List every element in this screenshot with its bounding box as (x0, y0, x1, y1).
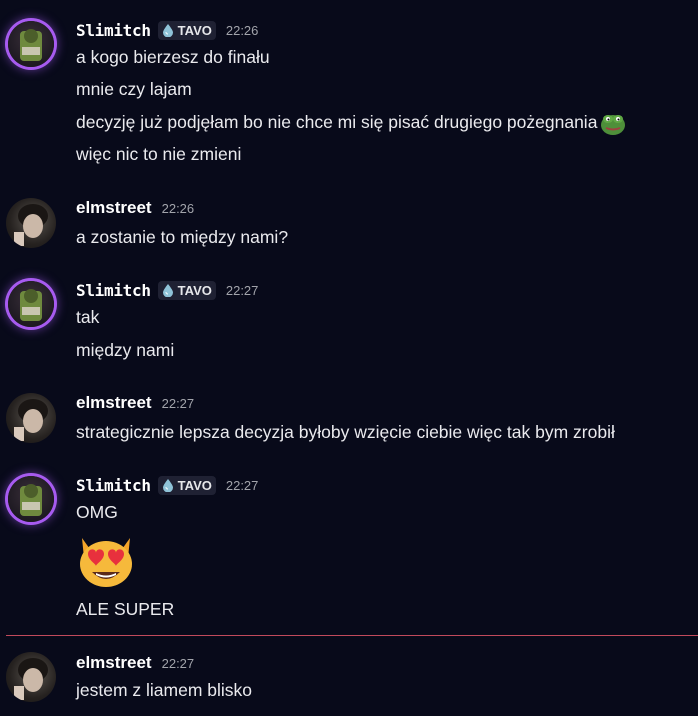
message-header: Slimitch TAVO 22:26 (76, 20, 258, 40)
guild-tag-label: TAVO (177, 22, 212, 38)
heart-eyes-cat-emoji[interactable] (74, 528, 138, 592)
message-header: Slimitch TAVO 22:27 (76, 475, 258, 495)
timestamp[interactable]: 22:26 (226, 23, 259, 38)
message-text: a kogo bierzesz do finału (76, 47, 270, 67)
avatar[interactable] (6, 393, 56, 443)
guild-tag[interactable]: TAVO (157, 20, 216, 40)
message-text-with-emoji: decyzję już podjęłam bo nie chce mi się … (76, 110, 627, 136)
username[interactable]: Slimitch (76, 476, 151, 495)
timestamp[interactable]: 22:26 (162, 201, 195, 216)
guild-tag[interactable]: TAVO (157, 280, 216, 300)
water-drop-icon (162, 284, 173, 297)
avatar[interactable] (8, 21, 54, 67)
timestamp[interactable]: 22:27 (162, 656, 195, 671)
guild-tag-label: TAVO (177, 282, 212, 298)
message-text: jestem z liamem blisko (76, 680, 253, 700)
message-text: więc nic to nie zmieni (76, 144, 242, 164)
message-text: ALE SUPER (76, 599, 175, 619)
guild-tag[interactable]: TAVO (157, 475, 216, 495)
username[interactable]: elmstreet (76, 198, 152, 218)
water-drop-icon (162, 24, 173, 37)
message-text: decyzję już podjęłam bo nie chce mi się … (76, 112, 598, 132)
timestamp[interactable]: 22:27 (226, 478, 259, 493)
username[interactable]: Slimitch (76, 281, 151, 300)
message-header: elmstreet 22:27 (76, 653, 194, 673)
timestamp[interactable]: 22:27 (162, 396, 195, 411)
new-messages-divider (6, 635, 698, 636)
username[interactable]: elmstreet (76, 653, 152, 673)
message-header: Slimitch TAVO 22:27 (76, 280, 258, 300)
username[interactable]: elmstreet (76, 393, 152, 413)
water-drop-icon (162, 479, 173, 492)
message-text: mnie czy lajam (76, 79, 192, 99)
guild-tag-label: TAVO (177, 477, 212, 493)
pepe-frog-emoji[interactable] (599, 110, 627, 136)
username[interactable]: Slimitch (76, 21, 151, 40)
avatar[interactable] (8, 476, 54, 522)
message-header: elmstreet 22:27 (76, 393, 194, 413)
message-header: elmstreet 22:26 (76, 198, 194, 218)
avatar[interactable] (8, 281, 54, 327)
avatar[interactable] (6, 198, 56, 248)
timestamp[interactable]: 22:27 (226, 283, 259, 298)
message-text: a zostanie to między nami? (76, 227, 289, 247)
message-text: OMG (76, 502, 118, 522)
message-text: między nami (76, 340, 175, 360)
message-text: tak (76, 307, 100, 327)
message-text: strategicznie lepsza decyzja byłoby wzię… (76, 422, 615, 442)
avatar[interactable] (6, 652, 56, 702)
